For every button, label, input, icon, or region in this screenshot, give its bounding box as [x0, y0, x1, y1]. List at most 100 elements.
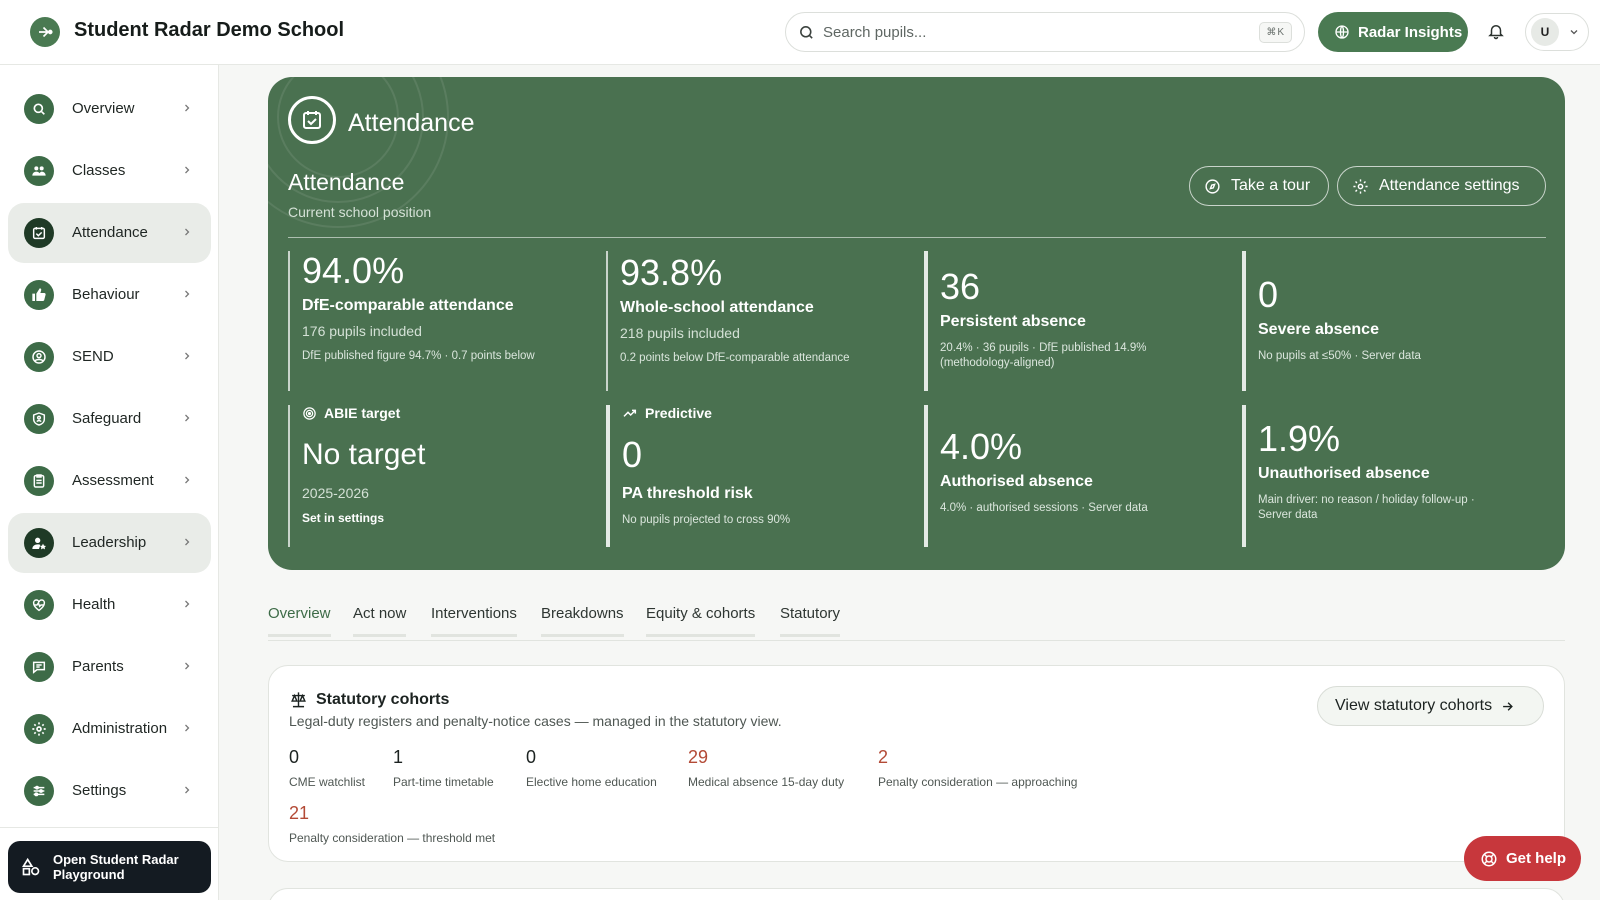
cohort-part-time-timetable[interactable]: 1 Part-time timetable — [393, 747, 494, 789]
open-playground-button[interactable]: Open Student Radar Playground — [8, 841, 211, 893]
sidebar-item-leadership[interactable]: Leadership — [8, 513, 211, 573]
search-input[interactable]: Search pupils... ⌘K — [785, 12, 1305, 52]
sidebar-item-health[interactable]: Health — [8, 575, 211, 635]
cohort-medical-absence[interactable]: 29 Medical absence 15-day duty — [688, 747, 844, 789]
heart-pulse-icon — [24, 590, 54, 620]
sidebar-divider — [0, 827, 219, 828]
cohort-count: 0 — [289, 747, 300, 767]
scales-icon — [291, 692, 306, 708]
stat-label: Authorised absence — [940, 473, 1093, 490]
bell-icon[interactable] — [1487, 21, 1505, 41]
take-tour-button[interactable]: Take a tour — [1189, 166, 1329, 206]
stat-severe-absence: 0 Severe absence No pupils at ≤50% · Ser… — [1242, 251, 1542, 391]
view-statutory-cohorts-button[interactable]: View statutory cohorts — [1317, 686, 1544, 726]
user-menu[interactable]: U — [1525, 13, 1589, 51]
cohort-penalty-threshold-met[interactable]: 21 Penalty consideration — threshold met — [289, 803, 495, 845]
set-in-settings-link[interactable]: Set in settings — [302, 511, 583, 525]
cohort-label: Elective home education — [526, 775, 657, 789]
stat-abie-target: ABIE target No target 2025-2026 Set in s… — [288, 405, 583, 547]
tab-statutory[interactable]: Statutory — [780, 605, 841, 637]
stat-label: Severe absence — [1258, 321, 1379, 338]
stat-label: DfE-comparable attendance — [302, 297, 514, 314]
cohort-cme-watchlist[interactable]: 0 CME watchlist — [289, 747, 365, 789]
stat-note: No pupils at ≤50% · Server data — [1258, 350, 1421, 362]
arrow-right-icon — [1503, 701, 1513, 711]
chevron-right-icon — [185, 476, 190, 484]
sidebar-item-label: Settings — [72, 782, 127, 799]
chevron-right-icon — [185, 228, 190, 236]
cohort-count: 2 — [878, 747, 889, 767]
section-subtitle: Current school position — [288, 204, 432, 220]
chevron-right-icon — [185, 290, 190, 298]
tab-breakdowns[interactable]: Breakdowns — [541, 605, 624, 637]
chevron-right-icon — [185, 724, 190, 732]
stat-dfe-attendance: 94.0% DfE-comparable attendance 176 pupi… — [288, 251, 583, 391]
sidebar-item-assessment[interactable]: Assessment — [8, 451, 211, 511]
cohort-penalty-approaching[interactable]: 2 Penalty consideration — approaching — [878, 747, 1077, 789]
view-statutory-label: View statutory cohorts — [1335, 697, 1493, 714]
stat-note: 0.2 points below DfE-comparable attendan… — [620, 352, 850, 364]
sidebar-item-attendance[interactable]: Attendance — [8, 203, 211, 263]
stat-whole-school-attendance: 93.8% Whole-school attendance 218 pupils… — [606, 251, 901, 391]
sliders-icon — [24, 776, 54, 806]
tab-interventions[interactable]: Interventions — [431, 605, 517, 637]
users-icon — [24, 156, 54, 186]
stat-note: 20.4% · 36 pupils · DfE published 14.9% … — [940, 342, 1147, 369]
lifebuoy-icon — [1481, 851, 1497, 866]
sidebar-item-behaviour[interactable]: Behaviour — [8, 265, 211, 325]
sidebar-item-label: Behaviour — [72, 286, 140, 303]
sidebar-item-safeguard[interactable]: Safeguard — [8, 389, 211, 449]
cohort-elective-home-education[interactable]: 0 Elective home education — [526, 747, 657, 789]
cohort-label: CME watchlist — [289, 775, 366, 789]
stat-sub: 2025-2026 — [302, 485, 369, 501]
attendance-settings-label: Attendance settings — [1379, 177, 1520, 194]
gear-icon — [24, 714, 54, 744]
thumbs-up-icon — [24, 280, 54, 310]
stat-persistent-absence: 36 Persistent absence 20.4% · 36 pupils … — [924, 251, 1224, 391]
cohort-label: Penalty consideration — threshold met — [289, 831, 496, 845]
globe-icon — [1335, 25, 1349, 39]
stat-label: Persistent absence — [940, 313, 1086, 330]
stat-note: No pupils projected to cross 90% — [622, 514, 791, 526]
tab-equity-cohorts[interactable]: Equity & cohorts — [646, 605, 756, 637]
sidebar-item-overview[interactable]: Overview — [8, 79, 211, 139]
attendance-hero-card: Attendance Attendance Current school pos… — [268, 77, 1565, 570]
shield-icon — [24, 404, 54, 434]
sidebar-item-classes[interactable]: Classes — [8, 141, 211, 201]
sidebar-item-send[interactable]: SEND — [8, 327, 211, 387]
card-description: Legal-duty registers and penalty-notice … — [289, 713, 782, 729]
sidebar-item-label: Overview — [72, 100, 135, 117]
cohort-count: 21 — [289, 803, 310, 823]
chevron-right-icon — [185, 600, 190, 608]
divider — [288, 237, 1546, 238]
sidebar-item-label: Parents — [72, 658, 124, 675]
search-placeholder: Search pupils... — [823, 24, 927, 41]
chat-icon — [24, 652, 54, 682]
gear-icon — [1353, 178, 1368, 194]
sidebar-item-administration[interactable]: Administration — [8, 699, 211, 759]
tab-overview[interactable]: Overview — [268, 605, 331, 637]
avatar: U — [1531, 18, 1559, 46]
stat-note: 4.0% · authorised sessions · Server data — [940, 502, 1148, 514]
user-star-icon — [24, 528, 54, 558]
stat-note: DfE published figure 94.7% · 0.7 points … — [302, 350, 535, 362]
get-help-button[interactable]: Get help — [1464, 836, 1581, 881]
sidebar-item-settings[interactable]: Settings — [8, 761, 211, 821]
section-title: Attendance — [288, 169, 405, 195]
tab-act-now[interactable]: Act now — [353, 605, 407, 637]
stat-head: Predictive — [622, 405, 901, 421]
stat-predictive: Predictive 0 PA threshold risk No pupils… — [606, 405, 901, 547]
calendar-check-icon — [24, 218, 54, 248]
school-logo[interactable] — [30, 17, 60, 47]
sidebar-item-parents[interactable]: Parents — [8, 637, 211, 697]
stat-note: Main driver: no reason / holiday follow-… — [1258, 494, 1475, 521]
stat-label: PA threshold risk — [622, 485, 753, 502]
cohort-count: 1 — [393, 747, 404, 767]
radar-insights-button[interactable]: Radar Insights — [1318, 12, 1468, 52]
stat-head-label: Predictive — [645, 405, 712, 421]
stat-head: ABIE target — [302, 405, 583, 421]
cohort-label: Medical absence 15-day duty — [688, 775, 845, 789]
attendance-settings-button[interactable]: Attendance settings — [1337, 166, 1546, 206]
tab-bar: Overview Act now Interventions Breakdown… — [268, 600, 1565, 641]
stat-value: 93.8% — [620, 252, 723, 293]
